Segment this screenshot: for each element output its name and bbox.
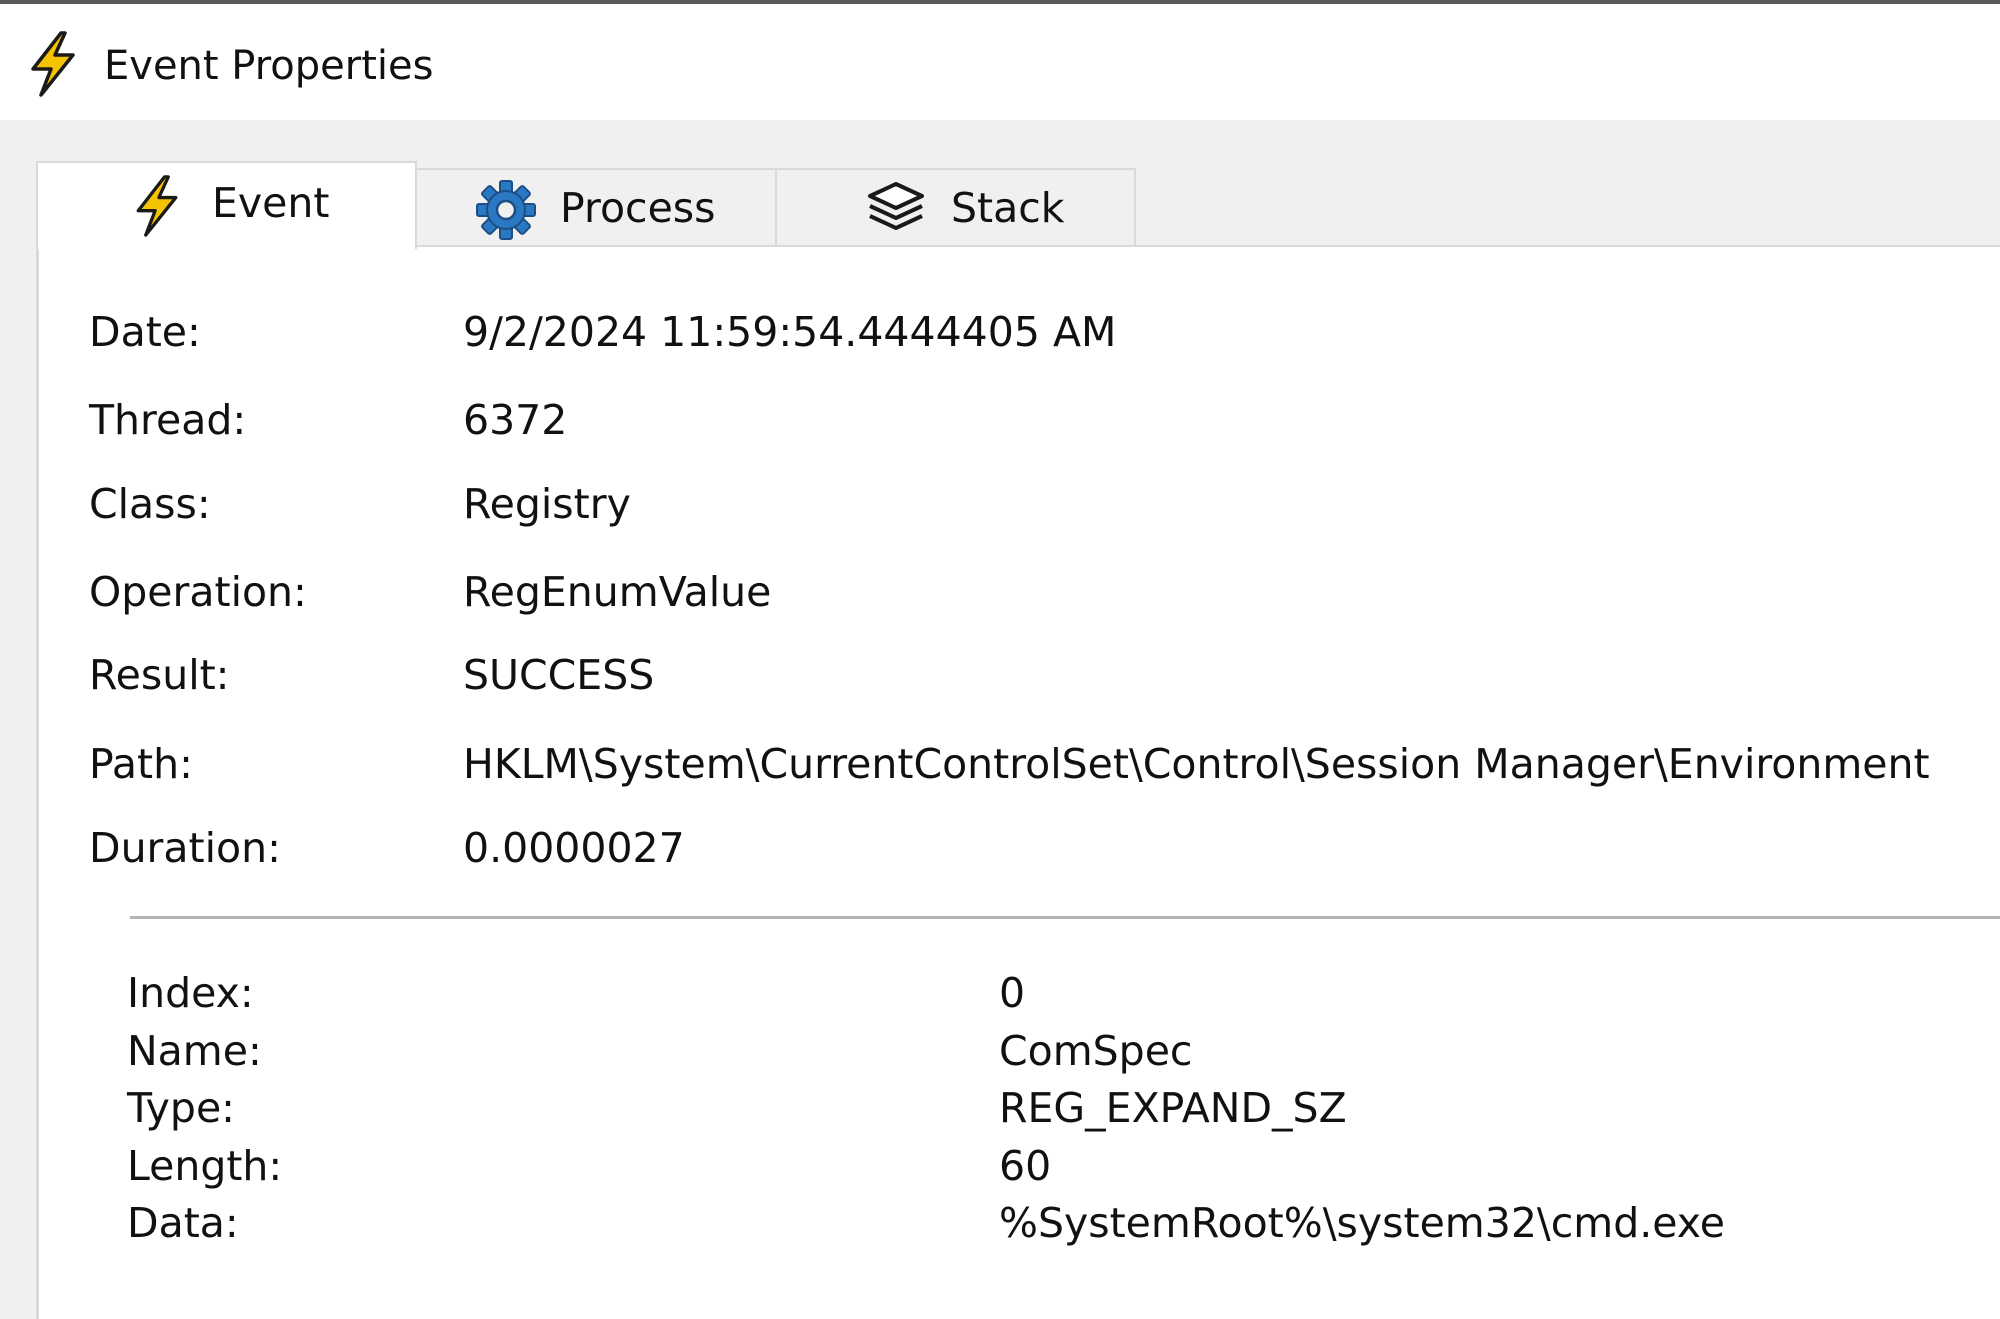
- lightning-bolt-icon: [31, 31, 75, 97]
- detail-length-value: 60: [999, 1142, 1052, 1190]
- window-title: Event Properties: [104, 43, 434, 89]
- class-value: Registry: [463, 480, 631, 528]
- detail-type-value: REG_EXPAND_SZ: [999, 1084, 1347, 1132]
- result-value: SUCCESS: [463, 651, 655, 699]
- event-properties-window: { "window": { "title": "Event Properties…: [0, 0, 2000, 1319]
- detail-data-value: %SystemRoot%\system32\cmd.exe: [999, 1199, 1725, 1247]
- thread-label: Thread:: [89, 396, 247, 444]
- tab-event-label: Event: [212, 179, 330, 227]
- details-separator: [130, 916, 2000, 919]
- tab-event[interactable]: Event: [36, 161, 417, 249]
- path-value: HKLM\System\CurrentControlSet\Control\Se…: [463, 740, 1930, 788]
- title-bar[interactable]: Event Properties: [0, 4, 2000, 120]
- detail-index-value: 0: [999, 969, 1026, 1017]
- detail-name-label: Name:: [127, 1027, 262, 1075]
- duration-label: Duration:: [89, 824, 281, 872]
- tab-process-label: Process: [560, 184, 716, 232]
- tab-stack-label: Stack: [951, 184, 1065, 232]
- result-label: Result:: [89, 651, 230, 699]
- operation-value: RegEnumValue: [463, 568, 772, 616]
- detail-data-label: Data:: [127, 1199, 239, 1247]
- stack-layers-icon: [868, 182, 924, 230]
- path-label: Path:: [89, 740, 193, 788]
- gear-icon: [476, 180, 536, 240]
- lightning-bolt-icon: [136, 175, 178, 237]
- detail-length-label: Length:: [127, 1142, 283, 1190]
- thread-value: 6372: [463, 396, 568, 444]
- tab-process[interactable]: Process: [415, 168, 777, 248]
- tab-stack[interactable]: Stack: [775, 168, 1136, 248]
- operation-label: Operation:: [89, 568, 307, 616]
- detail-type-label: Type:: [127, 1084, 235, 1132]
- class-label: Class:: [89, 480, 211, 528]
- date-label: Date:: [89, 308, 201, 356]
- detail-name-value: ComSpec: [999, 1027, 1193, 1075]
- detail-index-label: Index:: [127, 969, 254, 1017]
- duration-value: 0.0000027: [463, 824, 685, 872]
- date-value: 9/2/2024 11:59:54.4444405 AM: [463, 308, 1117, 356]
